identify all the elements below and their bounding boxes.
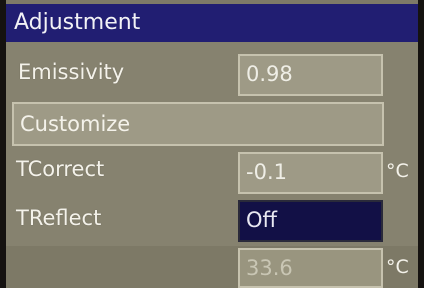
- window-title: Adjustment: [6, 4, 418, 42]
- tcorrect-label: TCorrect: [16, 157, 105, 181]
- treflect-label: TReflect: [16, 206, 102, 230]
- adjustment-screen: Adjustment Emissivity 0.98 Customize TCo…: [0, 0, 424, 288]
- reflected-temperature-unit: °C: [386, 256, 409, 278]
- treflect-field[interactable]: Off: [238, 200, 383, 242]
- tcorrect-field[interactable]: -0.1: [238, 152, 383, 194]
- emissivity-field[interactable]: 0.98: [238, 54, 383, 96]
- bezel-right: [418, 0, 424, 288]
- emissivity-label: Emissivity: [18, 60, 125, 84]
- customize-button[interactable]: Customize: [12, 102, 384, 146]
- tcorrect-unit: °C: [386, 160, 409, 182]
- reflected-temperature-field: 33.6: [238, 248, 383, 288]
